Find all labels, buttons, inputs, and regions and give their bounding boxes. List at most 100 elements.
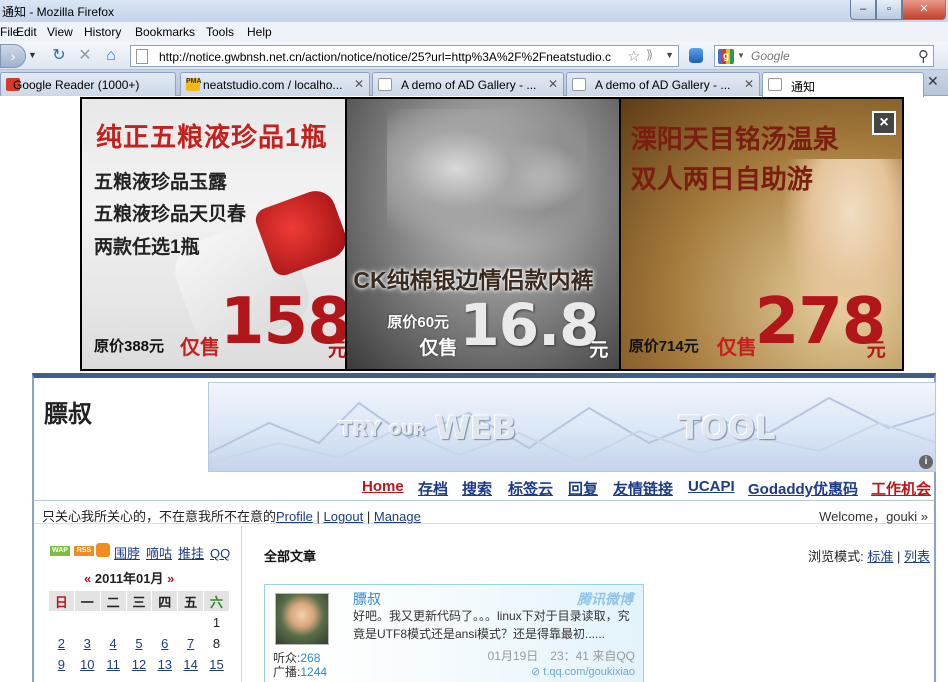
minimize-button[interactable]: –	[850, 0, 876, 20]
blog-title[interactable]: 膘叔	[44, 394, 92, 429]
link-tuigua[interactable]: 推挂	[178, 546, 204, 561]
blog-nav: Home 存档 搜索 标签云 回复 友情链接 UCAPI Godaddy优惠码 …	[34, 474, 934, 498]
tab-close-icon[interactable]: ✕	[744, 77, 754, 91]
calendar-day-link[interactable]: 7	[187, 636, 194, 651]
search-icon[interactable]: ⚲	[918, 47, 929, 65]
tab-ad-gallery-1[interactable]: A demo of AD Gallery - ... ✕	[372, 72, 564, 96]
database-icon[interactable]	[689, 48, 703, 63]
rss-icon[interactable]	[96, 543, 110, 557]
calendar-day-link[interactable]: 6	[161, 636, 168, 651]
ad-wuliangye[interactable]: 纯正五粮液珍品1瓶 五粮液珍品玉露 五粮液珍品天贝春 两款任选1瓶 原价388元…	[82, 99, 346, 369]
ad3-only-label: 仅售	[716, 337, 757, 359]
ad1-original-price: 原价388元	[94, 338, 165, 355]
weibo-author[interactable]: 膘叔	[353, 589, 381, 609]
calendar-day-link[interactable]: 15	[209, 657, 223, 672]
ad-close-button[interactable]: ×	[872, 111, 896, 135]
search-input[interactable]	[751, 49, 911, 63]
tab-close-icon[interactable]: ✕	[548, 77, 558, 91]
back-button[interactable]: ›	[0, 44, 26, 68]
url-text[interactable]: http://notice.gwbnsh.net.cn/action/notic…	[159, 50, 623, 64]
calendar-day-link[interactable]: 9	[58, 657, 65, 672]
weibo-source[interactable]: t.qq.com/goukixiao	[543, 666, 635, 678]
nav-jobs[interactable]: 工作机会	[871, 478, 931, 499]
nav-tag-cloud[interactable]: 标签云	[508, 478, 553, 499]
blog-page: 膘叔 TRY OUR WEB TOOL i Home 存档 搜索 标签云 回复 …	[32, 373, 936, 682]
ad1-only-label: 仅售	[180, 337, 220, 359]
nav-links[interactable]: 友情链接	[613, 478, 673, 499]
engine-dropdown-icon[interactable]: ▼	[737, 51, 745, 60]
url-dropdown-icon[interactable]: ▼	[665, 50, 674, 60]
calendar-next[interactable]: »	[167, 571, 174, 586]
calendar-day-link[interactable]: 12	[132, 657, 146, 672]
view-standard-link[interactable]: 标准	[867, 549, 893, 564]
close-window-button[interactable]: ✕	[902, 0, 946, 20]
menu-history[interactable]: History	[84, 25, 121, 39]
calendar-day-link[interactable]: 13	[158, 657, 172, 672]
nav-replies[interactable]: 回复	[568, 478, 598, 499]
bookmark-star-icon[interactable]: ☆	[627, 47, 640, 65]
new-tab-icon[interactable]: ✕	[927, 73, 939, 90]
tab-google-reader[interactable]: Google Reader (1000+)	[0, 72, 176, 96]
search-box[interactable]: g ▼ ⚲	[714, 45, 934, 67]
banner-word-tool: TOOL	[679, 409, 776, 447]
wap-badge[interactable]: WAP	[50, 546, 70, 556]
calendar-week: 9 10 11 12 13 14 15	[49, 654, 230, 675]
banner-word-our: OUR	[389, 421, 426, 439]
weekday: 一	[73, 590, 101, 612]
nav-godaddy[interactable]: Godaddy优惠码	[748, 478, 858, 499]
calendar-day-link[interactable]: 14	[183, 657, 197, 672]
weibo-source-link[interactable]: ⊘ t.qq.com/goukixiao	[531, 665, 635, 678]
menu-edit[interactable]: Edit	[16, 25, 37, 39]
banner-word-web: WEB	[435, 409, 517, 447]
calendar-day-link[interactable]: 4	[109, 636, 116, 651]
go-arrow-icon[interactable]: ⟫	[646, 47, 653, 63]
weekday: 六	[203, 590, 230, 612]
rss-badge[interactable]: RSS	[74, 546, 94, 556]
profile-link[interactable]: Profile	[276, 509, 313, 524]
menu-view[interactable]: View	[47, 25, 73, 39]
nav-search[interactable]: 搜索	[462, 478, 492, 499]
history-dropdown-icon[interactable]: ▼	[28, 50, 38, 60]
maximize-button[interactable]: ▫	[876, 0, 902, 20]
stop-icon[interactable]: ✕	[74, 45, 96, 67]
view-list-link[interactable]: 列表	[904, 549, 930, 564]
calendar-day	[100, 612, 126, 633]
nav-home[interactable]: Home	[362, 478, 404, 495]
nav-ucapi[interactable]: UCAPI	[688, 478, 735, 495]
calendar-day-link[interactable]: 3	[84, 636, 91, 651]
home-icon[interactable]: ⌂	[100, 45, 122, 67]
link-digu[interactable]: 嘀咕	[146, 546, 172, 561]
calendar-day-link[interactable]: 10	[80, 657, 94, 672]
calendar-day-link[interactable]: 2	[58, 636, 65, 651]
tab-notice[interactable]: 通知	[762, 72, 924, 97]
tab-close-icon[interactable]: ✕	[354, 77, 364, 91]
ad-ck-underwear[interactable]: CK纯棉银边情侣款内裤 原价60元 仅售 16.8 元	[347, 99, 619, 369]
tab-phpmyadmin[interactable]: PMA neatstudio.com / localho... ✕	[180, 72, 370, 96]
menu-help[interactable]: Help	[247, 25, 272, 39]
fans-count[interactable]: 268	[300, 651, 320, 665]
ad-hot-spring[interactable]: 溧阳天目铭汤温泉 双人两日自助游 原价714元 仅售 278 元 ×	[620, 99, 902, 369]
avatar[interactable]	[275, 593, 329, 645]
google-engine-icon[interactable]: g	[718, 49, 734, 64]
calendar-title: 2011年01月	[94, 571, 164, 586]
menu-tools[interactable]: Tools	[206, 25, 234, 39]
nav-archive[interactable]: 存档	[418, 478, 448, 499]
logout-link[interactable]: Logout	[323, 509, 363, 524]
manage-link[interactable]: Manage	[374, 509, 421, 524]
page-icon	[572, 78, 586, 91]
calendar-day-link[interactable]: 11	[106, 657, 120, 672]
menu-bookmarks[interactable]: Bookmarks	[135, 25, 195, 39]
tab-ad-gallery-2[interactable]: A demo of AD Gallery - ... ✕	[566, 72, 760, 96]
weekday: 四	[151, 590, 179, 612]
calendar-day-link[interactable]: 5	[135, 636, 142, 651]
ad-strip: 纯正五粮液珍品1瓶 五粮液珍品玉露 五粮液珍品天贝春 两款任选1瓶 原价388元…	[80, 97, 904, 371]
reload-icon[interactable]: ↻	[48, 45, 70, 67]
banner-ad[interactable]: TRY OUR WEB TOOL i	[208, 382, 936, 472]
link-qq[interactable]: QQ	[210, 546, 230, 561]
calendar-prev[interactable]: «	[84, 571, 91, 586]
link-weibo[interactable]: 围脖	[114, 546, 140, 561]
posts-count[interactable]: 1244	[300, 665, 327, 679]
ad-info-icon[interactable]: i	[919, 455, 933, 469]
page-icon	[136, 49, 148, 64]
url-bar[interactable]: http://notice.gwbnsh.net.cn/action/notic…	[130, 45, 679, 67]
